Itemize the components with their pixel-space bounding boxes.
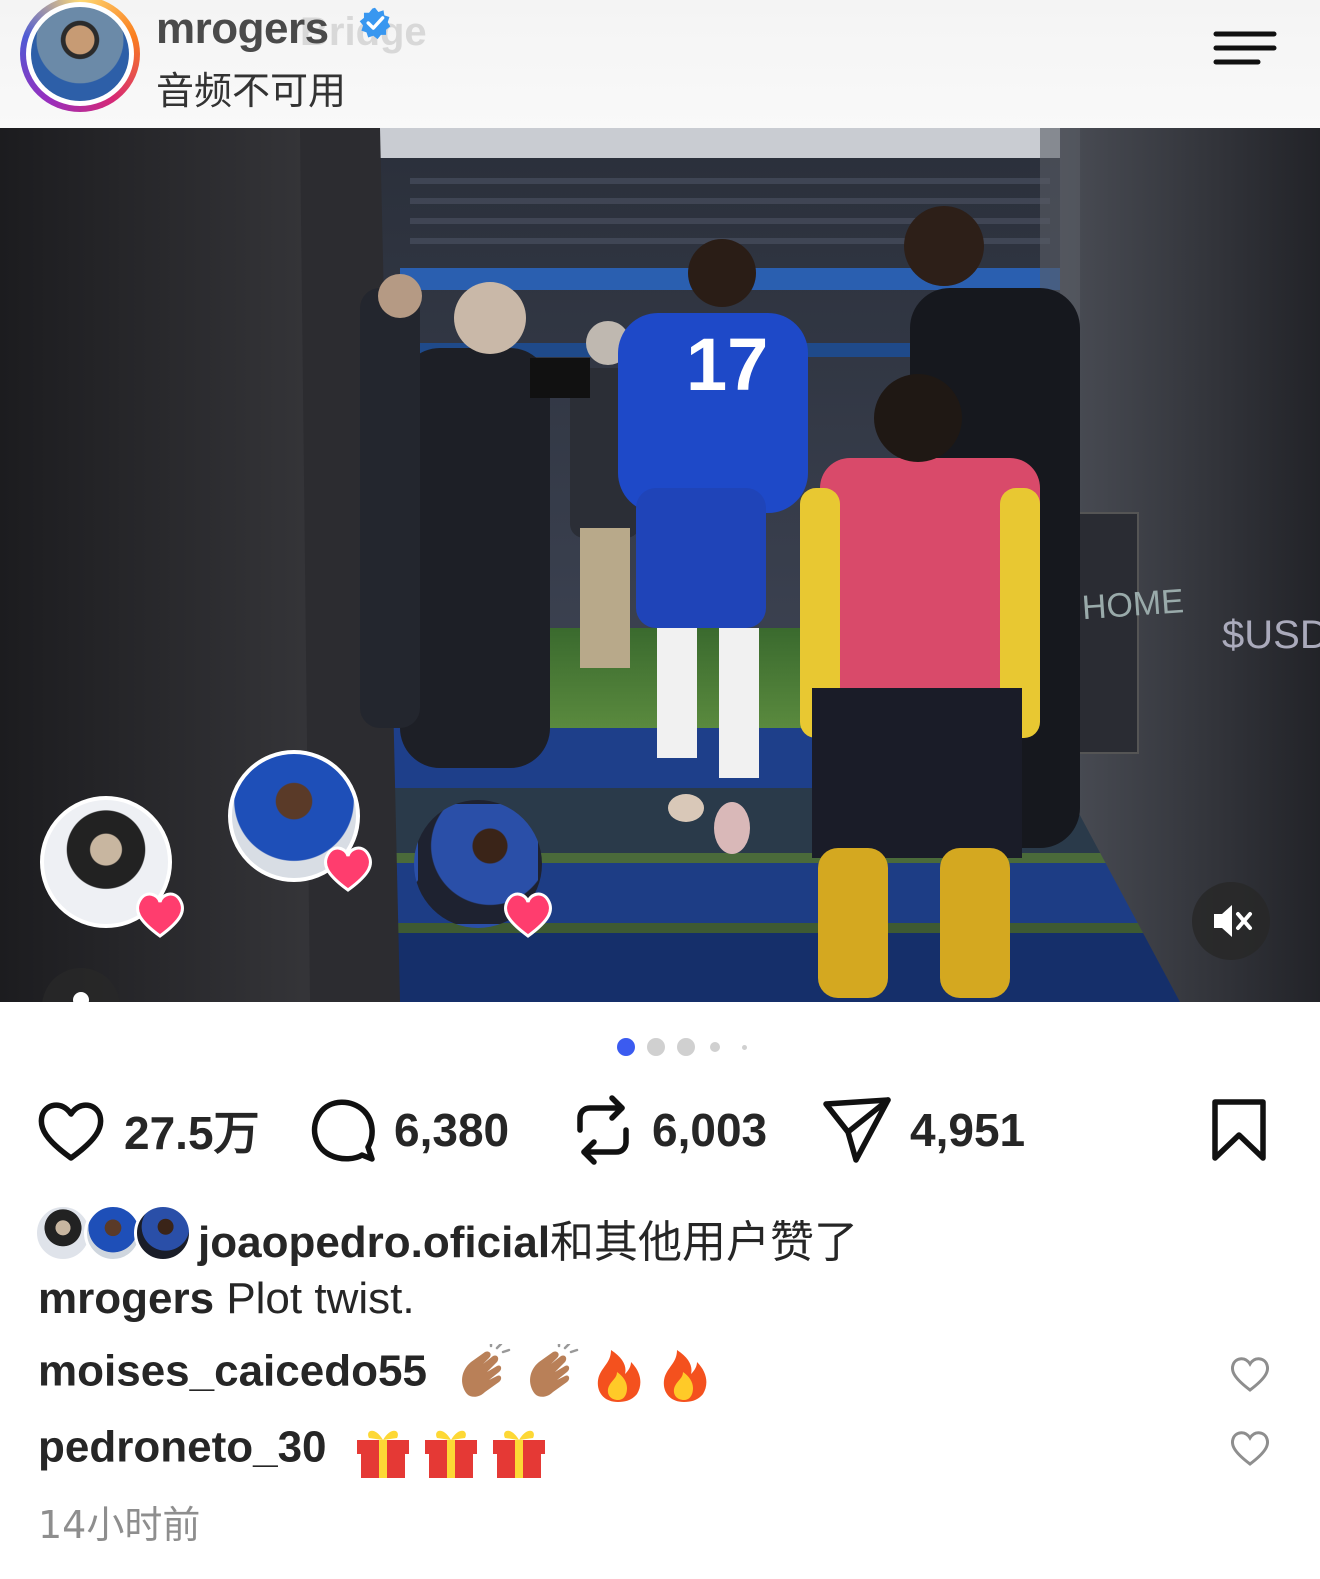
comment-row: moises_caicedo55	[38, 1344, 713, 1404]
speaker-muted-icon	[1214, 905, 1252, 937]
post-photo[interactable]: HOME $USDC 17	[0, 128, 1320, 1002]
pager-dot-active	[617, 1038, 635, 1056]
liked-by-row[interactable]: joaopedro.oficial和其他用户赞了	[34, 1204, 1134, 1268]
username[interactable]: mrogers	[156, 4, 329, 54]
svg-text:$USDC: $USDC	[1222, 613, 1320, 657]
comment-username[interactable]: moises_caicedo55	[38, 1347, 427, 1396]
gift-emoji-icon	[356, 1430, 409, 1478]
comment-emojis	[453, 1344, 713, 1404]
repost-count: 6,003	[652, 1104, 768, 1156]
gift-emoji-icon	[424, 1430, 477, 1478]
svg-text:17: 17	[686, 323, 768, 406]
pager-dot	[647, 1038, 665, 1056]
tunnel-scene-image: HOME $USDC 17	[0, 128, 1320, 1002]
clap-emoji-icon	[530, 1344, 579, 1397]
verified-badge-icon	[359, 7, 391, 40]
pager-dot	[677, 1038, 695, 1056]
comment-row: pedroneto_30	[38, 1420, 549, 1480]
caption-text: Plot twist.	[226, 1274, 415, 1323]
mute-button[interactable]	[1192, 882, 1270, 960]
liked-avatar	[134, 1204, 192, 1262]
heart-reaction-icon	[136, 892, 184, 938]
like-button[interactable]: 27.5万	[36, 1090, 260, 1170]
share-icon	[823, 1097, 891, 1163]
heart-reaction-icon	[504, 892, 552, 938]
share-button[interactable]: 4,951	[822, 1090, 1025, 1170]
fire-emoji-icon	[597, 1350, 641, 1402]
post-header: Bridge mrogers 音频不可用	[0, 0, 1320, 128]
comment-icon	[311, 1099, 375, 1162]
like-count: 27.5万	[124, 1107, 260, 1159]
fire-emoji-icon	[663, 1350, 707, 1402]
share-count: 4,951	[910, 1104, 1026, 1156]
svg-text:HOME: HOME	[1081, 582, 1185, 627]
bookmark-icon	[1212, 1099, 1266, 1161]
comment-like-heart-icon[interactable]	[1230, 1430, 1270, 1466]
action-bar: 27.5万 6,380 6,003 4,951	[0, 1090, 1320, 1170]
liked-by-username[interactable]: joaopedro.oficial	[198, 1218, 550, 1267]
liked-by-text: joaopedro.oficial和其他用户赞了	[198, 1206, 858, 1270]
comment-username[interactable]: pedroneto_30	[38, 1423, 327, 1472]
caption-username[interactable]: mrogers	[38, 1274, 214, 1323]
menu-icon[interactable]	[1212, 28, 1278, 68]
caption: mrogers Plot twist.	[38, 1274, 415, 1324]
save-button[interactable]	[1210, 1090, 1268, 1170]
comment-emojis	[353, 1420, 549, 1480]
pager-dot	[710, 1042, 720, 1052]
pager-dot	[742, 1045, 747, 1050]
heart-reaction-icon	[324, 846, 372, 892]
heart-icon	[38, 1102, 104, 1161]
audio-status: 音频不可用	[156, 69, 347, 113]
tag-people-button[interactable]	[42, 968, 120, 1002]
liked-avatars	[34, 1204, 194, 1264]
clap-emoji-icon	[462, 1344, 511, 1397]
comment-like-heart-icon[interactable]	[1230, 1356, 1270, 1392]
post-timestamp: 14小时前	[38, 1503, 201, 1547]
gift-emoji-icon	[492, 1430, 545, 1478]
profile-avatar[interactable]	[20, 0, 140, 112]
carousel-indicator	[614, 1036, 754, 1058]
comment-button[interactable]: 6,380	[310, 1090, 509, 1170]
comment-count: 6,380	[394, 1104, 510, 1156]
repost-button[interactable]: 6,003	[572, 1090, 767, 1170]
liked-by-suffix: 和其他用户赞了	[550, 1217, 859, 1268]
repost-icon	[577, 1095, 629, 1165]
